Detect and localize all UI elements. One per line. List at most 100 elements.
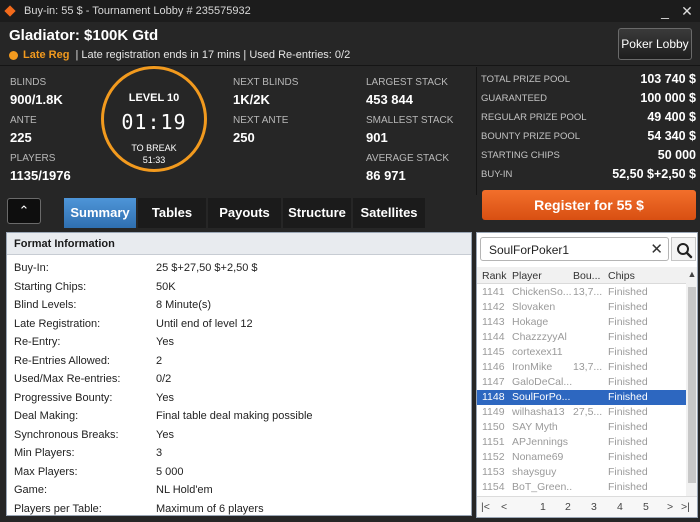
table-row[interactable]: 1147 GaloDeCal... Finished [477,375,686,390]
cell-bounty: 13,7... [573,361,603,373]
cell-rank: 1141 [482,286,505,298]
late-reg-info: | Late registration ends in 17 mins | Us… [75,49,351,61]
tab-summary[interactable]: Summary [64,198,136,228]
cell-player: APJennings [512,436,569,448]
late-reg-dot-icon [9,50,18,60]
next-blinds-label: NEXT BLINDS [233,77,299,88]
format-row: Min Players: 3 [7,444,471,463]
first-page-button[interactable]: |< [481,501,490,513]
table-row[interactable]: 1144 ChazzzyyAl Finished [477,330,686,345]
prize-value: 54 340 $ [647,129,696,143]
player-table-body: 1141 ChickenSo... 13,7... Finished 1142 Slova… [477,285,686,495]
minimize-button[interactable]: _ [656,2,674,20]
page-5-button[interactable]: 5 [643,501,649,513]
close-button[interactable]: ✕ [678,2,696,20]
table-row[interactable]: 1141 ChickenSo... 13,7... Finished [477,285,686,300]
format-row: Blind Levels: 8 Minute(s) [7,296,471,315]
smallest-stack-value: 901 [366,130,388,145]
tab-payouts[interactable]: Payouts [208,198,281,228]
table-row[interactable]: 1152 Noname69 Finished [477,450,686,465]
format-label: Buy-In: [14,262,49,274]
prize-label: TOTAL PRIZE POOL [481,74,571,85]
page-4-button[interactable]: 4 [617,501,623,513]
prev-page-button[interactable]: < [501,501,507,513]
tab-structure[interactable]: Structure [283,198,351,228]
search-value: SoulForPoker1 [489,243,570,257]
format-row: Re-Entry: Yes [7,333,471,352]
table-row[interactable]: 1145 cortexex11 Finished [477,345,686,360]
cell-rank: 1145 [482,346,505,358]
cell-chips: Finished [608,436,648,448]
page-3-button[interactable]: 3 [591,501,597,513]
scrollbar-thumb[interactable] [688,287,696,483]
cell-chips: Finished [608,466,648,478]
format-value: NL Hold'em [156,484,213,496]
column-bounty[interactable]: Bou... [573,270,600,282]
table-row[interactable]: 1146 IronMike 13,7... Finished [477,360,686,375]
cell-player: IronMike [512,361,553,373]
blinds-value: 900/1.8K [10,92,63,107]
tab-tables[interactable]: Tables [138,198,206,228]
format-row: Players per Table: Maximum of 6 players [7,500,471,516]
cell-player: Noname69 [512,451,564,463]
cell-chips: Finished [608,481,648,493]
cell-rank: 1149 [482,406,505,418]
player-table-header: Rank Player Bou... Chips [477,267,686,284]
collapse-header-button[interactable]: ⌃ [7,198,41,224]
format-row: Re-Entries Allowed: 2 [7,352,471,371]
column-player[interactable]: Player [512,270,542,282]
format-row: Deal Making: Final table deal making poss… [7,407,471,426]
prize-value: 52,50 $+2,50 $ [612,167,696,181]
table-row[interactable]: 1154 BoT_Green... Finished [477,480,686,495]
prize-pool-panel: TOTAL PRIZE POOL 103 740 $ GUARANTEED 10… [476,67,700,195]
cell-player: Slovaken [512,301,556,313]
search-button[interactable] [671,237,696,261]
ante-value: 225 [10,130,32,145]
table-row[interactable]: 1142 Slovaken Finished [477,300,686,315]
average-stack-value: 86 971 [366,168,406,183]
player-list-pager: |< < 1 2 3 4 5 > >| [477,496,697,517]
tournament-stats: BLINDS 900/1.8K ANTE 225 PLAYERS 1135/19… [0,67,474,195]
cell-player: GaloDeCal... [512,376,572,388]
table-row[interactable]: 1150 SAY Myth Finished [477,420,686,435]
format-value: 2 [156,354,163,367]
cell-player: ChickenSo... [512,286,572,298]
cell-rank: 1142 [482,301,505,313]
cell-chips: Finished [608,346,648,358]
column-rank[interactable]: Rank [482,270,507,282]
table-row[interactable]: 1149 wilhasha13 27,5... Finished [477,405,686,420]
prize-label: BUY-IN [481,169,513,180]
prize-value: 100 000 $ [640,91,696,105]
table-row[interactable]: 1151 APJennings Finished [477,435,686,450]
search-icon [677,243,693,259]
table-row[interactable]: 1148 SoulForPo... Finished [477,390,686,405]
cell-rank: 1150 [482,421,505,433]
scroll-up-icon[interactable]: ▲ [686,269,697,279]
register-button[interactable]: Register for 55 $ [482,190,696,220]
cell-chips: Finished [608,406,648,418]
players-value: 1135/1976 [10,168,71,183]
prize-label: REGULAR PRIZE POOL [481,112,587,123]
format-label: Used/Max Re-entries: [14,373,121,385]
page-2-button[interactable]: 2 [565,501,571,513]
tournament-name: Gladiator: $100K Gtd [9,27,159,44]
table-row[interactable]: 1153 shaysguy Finished [477,465,686,480]
poker-lobby-button[interactable]: Poker Lobby [618,28,692,60]
tab-satellites[interactable]: Satellites [353,198,425,228]
last-page-button[interactable]: >| [681,501,690,513]
clear-search-icon[interactable]: ✕ [650,240,663,258]
cell-chips: Finished [608,361,648,373]
page-1-button[interactable]: 1 [540,501,546,513]
column-chips[interactable]: Chips [608,270,635,282]
prize-row: BOUNTY PRIZE POOL 54 340 $ [477,128,700,146]
format-value: 25 $+27,50 $+2,50 $ [156,262,258,274]
cell-rank: 1151 [482,436,505,448]
largest-stack-value: 453 844 [366,92,413,107]
late-registration-line: Late Reg | Late registration ends in 17 … [9,49,350,61]
prize-value: 50 000 [657,148,696,162]
table-row[interactable]: 1143 Hokage Finished [477,315,686,330]
next-page-button[interactable]: > [667,501,673,513]
cell-player: ChazzzyyAl [512,331,567,343]
player-search-input[interactable]: SoulForPoker1 ✕ [480,237,669,261]
player-list-scrollbar[interactable]: ▲ [686,267,697,497]
